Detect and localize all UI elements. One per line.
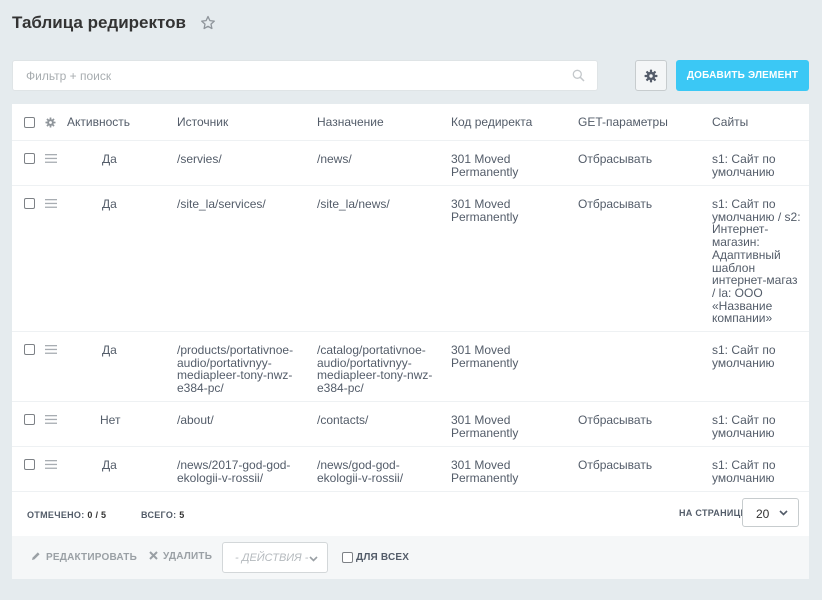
column-settings-gear-icon[interactable] xyxy=(45,117,56,128)
edit-button-label: РЕДАКТИРОВАТЬ xyxy=(46,552,137,563)
column-header-redirect-code[interactable]: Код редиректа xyxy=(451,104,532,140)
table-row[interactable] xyxy=(12,402,809,447)
cell-target: /news/ xyxy=(317,152,352,166)
row-menu-icon[interactable] xyxy=(45,460,57,469)
row-menu-icon[interactable] xyxy=(45,415,57,424)
cell-redirect-code: 301 Moved Permanently xyxy=(451,197,519,224)
chevron-down-icon xyxy=(309,556,318,562)
per-page-label: НА СТРАНИЦЕ: xyxy=(679,508,751,518)
row-menu-icon[interactable] xyxy=(45,345,57,354)
column-header-activity[interactable]: Активность xyxy=(67,104,130,140)
cell-sites: s1: Сайт по умолчанию xyxy=(712,458,776,485)
row-checkbox[interactable] xyxy=(24,198,35,209)
selected-count-label: ОТМЕЧЕНО: xyxy=(27,510,85,520)
page-title: Таблица редиректов xyxy=(12,13,186,32)
cell-sites: s1: Сайт по умолчанию xyxy=(712,413,776,440)
cell-redirect-code: 301 Moved Permanently xyxy=(451,152,519,179)
cell-target: /news/god-god- ekologii-v-rossii/ xyxy=(317,458,404,485)
per-page-value: 20 xyxy=(756,507,770,521)
cell-source: /news/2017-god-god- ekologii-v-rossii/ xyxy=(177,458,291,485)
row-checkbox[interactable] xyxy=(24,414,35,425)
row-checkbox[interactable] xyxy=(24,344,35,355)
table-row[interactable] xyxy=(12,141,809,186)
column-header-source[interactable]: Источник xyxy=(177,104,228,140)
search-icon[interactable] xyxy=(572,69,585,82)
row-menu-icon[interactable] xyxy=(45,154,57,163)
add-element-button[interactable]: ДОБАВИТЬ ЭЛЕМЕНТ xyxy=(676,60,809,91)
per-page-select[interactable]: 20 xyxy=(742,498,799,527)
pencil-icon xyxy=(32,552,40,560)
cell-activity: Нет xyxy=(100,413,121,427)
cell-redirect-code: 301 Moved Permanently xyxy=(451,413,519,440)
table-row[interactable] xyxy=(12,186,809,332)
filter-box xyxy=(12,60,598,91)
cell-source: /about/ xyxy=(177,413,214,427)
cell-redirect-code: 301 Moved Permanently xyxy=(451,343,519,370)
cell-target: /catalog/portativnoe- audio/portativnyy-… xyxy=(317,343,433,396)
cell-source: /site_la/services/ xyxy=(177,197,266,211)
column-header-get-params[interactable]: GET-параметры xyxy=(578,104,668,140)
star-icon[interactable] xyxy=(200,15,216,31)
settings-button[interactable] xyxy=(635,60,667,91)
cell-get-params: Отбрасывать xyxy=(578,152,653,166)
cell-sites: s1: Сайт по умолчанию xyxy=(712,343,776,370)
total-count-label: ВСЕГО: xyxy=(141,510,177,520)
row-checkbox[interactable] xyxy=(24,153,35,164)
table-row[interactable] xyxy=(12,447,809,491)
selected-count-value: 0 / 5 xyxy=(87,510,107,520)
cell-redirect-code: 301 Moved Permanently xyxy=(451,458,519,485)
edit-button[interactable]: РЕДАКТИРОВАТЬ xyxy=(31,551,137,563)
cell-source: /products/portativnoe- audio/portativnyy… xyxy=(177,343,294,396)
select-all-checkbox[interactable] xyxy=(24,117,35,128)
cell-target: /site_la/news/ xyxy=(317,197,390,211)
delete-button-label: УДАЛИТЬ xyxy=(163,551,213,562)
selected-count: ОТМЕЧЕНО: 0 / 5 xyxy=(27,510,106,520)
chevron-down-icon xyxy=(779,510,788,516)
row-menu-icon[interactable] xyxy=(45,199,57,208)
close-icon xyxy=(149,551,158,560)
total-count-value: 5 xyxy=(179,510,185,520)
gear-icon xyxy=(644,69,658,82)
cell-activity: Да xyxy=(102,343,117,357)
actions-dropdown[interactable]: - ДЕЙСТВИЯ - xyxy=(222,542,328,573)
for-all-checkbox[interactable] xyxy=(342,552,353,563)
footer-divider xyxy=(12,491,809,492)
actions-dropdown-value: - ДЕЙСТВИЯ - xyxy=(235,552,309,564)
cell-get-params: Отбрасывать xyxy=(578,458,653,472)
cell-sites: s1: Сайт по умолчанию / s2: Интернет- ма… xyxy=(712,197,801,326)
column-header-sites[interactable]: Сайты xyxy=(712,104,748,140)
total-count: ВСЕГО: 5 xyxy=(141,510,185,520)
row-checkbox[interactable] xyxy=(24,459,35,470)
cell-source: /servies/ xyxy=(177,152,222,166)
cell-target: /contacts/ xyxy=(317,413,369,427)
column-header-target[interactable]: Назначение xyxy=(317,104,384,140)
cell-activity: Да xyxy=(102,152,117,166)
cell-sites: s1: Сайт по умолчанию xyxy=(712,152,776,179)
cell-get-params: Отбрасывать xyxy=(578,197,653,211)
filter-search-input[interactable] xyxy=(13,61,553,90)
cell-activity: Да xyxy=(102,197,117,211)
for-all-label: ДЛЯ ВСЕХ xyxy=(356,552,410,563)
delete-button[interactable]: УДАЛИТЬ xyxy=(149,551,212,562)
cell-activity: Да xyxy=(102,458,117,472)
cell-get-params: Отбрасывать xyxy=(578,413,653,427)
